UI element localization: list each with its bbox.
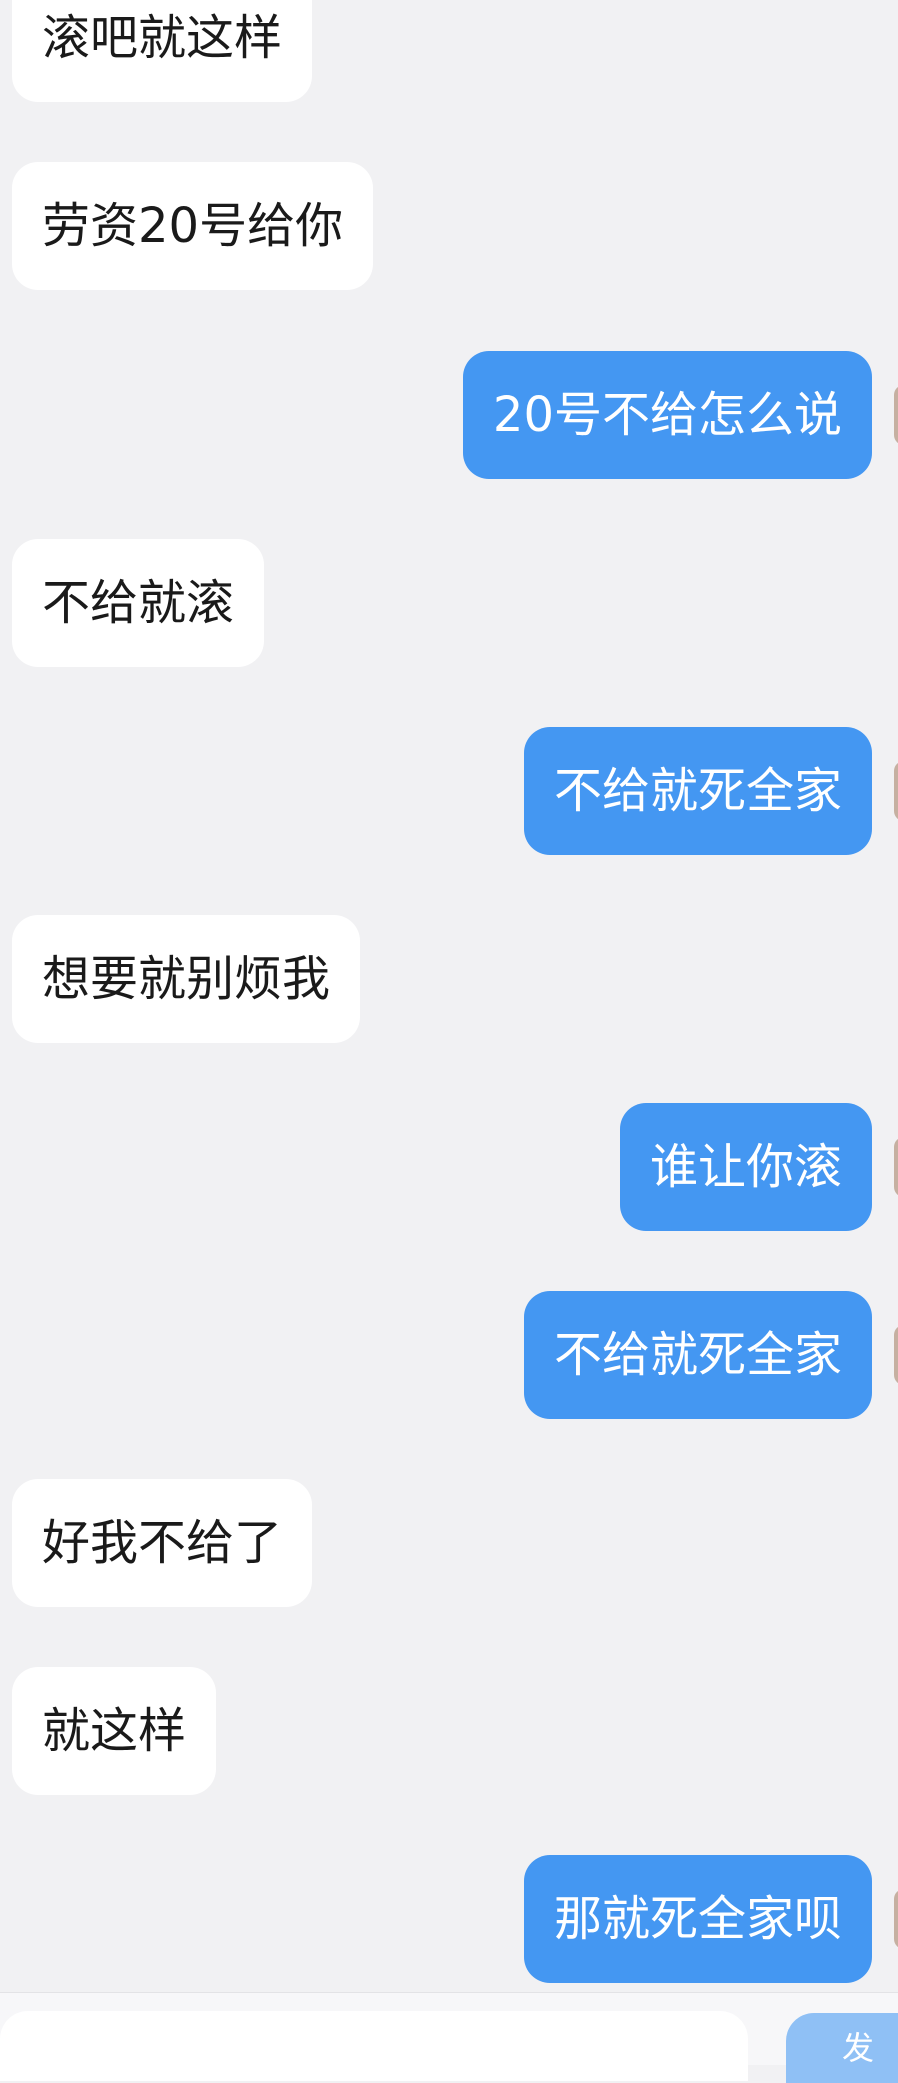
message-incoming: 劳资20号给你 <box>12 162 374 290</box>
chat-message-list[interactable]: 滚吧就这样 劳资20号给你 20号不给怎么说 不给就滚 不给就死全家 想要就别烦… <box>0 0 898 1992</box>
message-input[interactable] <box>0 2011 748 2081</box>
send-button[interactable]: 发 <box>786 2013 898 2083</box>
message-incoming: 好我不给了 <box>12 1479 313 1607</box>
message-bubble[interactable]: 不给就死全家 <box>523 727 872 855</box>
avatar[interactable] <box>894 1137 898 1197</box>
avatar[interactable] <box>894 1325 898 1385</box>
avatar[interactable] <box>894 761 898 821</box>
message-bubble[interactable]: 劳资20号给你 <box>12 162 374 290</box>
message-outgoing: 那就死全家呗 <box>523 1855 872 1983</box>
message-bubble[interactable]: 想要就别烦我 <box>12 915 361 1043</box>
message-bubble[interactable]: 那就死全家呗 <box>523 1855 872 1983</box>
message-bubble[interactable]: 滚吧就这样 <box>12 0 313 102</box>
message-bubble[interactable]: 20号不给怎么说 <box>462 351 872 479</box>
message-bubble[interactable]: 不给就死全家 <box>523 1291 872 1419</box>
avatar[interactable] <box>894 385 898 445</box>
message-composer: 发 <box>0 1992 898 2083</box>
avatar[interactable] <box>894 1889 898 1949</box>
message-incoming: 滚吧就这样 <box>12 0 313 102</box>
message-incoming: 想要就别烦我 <box>12 915 361 1043</box>
message-bubble[interactable]: 好我不给了 <box>12 1479 313 1607</box>
message-incoming: 不给就滚 <box>12 539 265 667</box>
message-bubble[interactable]: 就这样 <box>12 1667 217 1795</box>
message-bubble[interactable]: 不给就滚 <box>12 539 265 667</box>
message-bubble[interactable]: 谁让你滚 <box>619 1103 872 1231</box>
message-outgoing: 20号不给怎么说 <box>462 351 872 479</box>
message-outgoing: 谁让你滚 <box>619 1103 872 1231</box>
message-outgoing: 不给就死全家 <box>523 1291 872 1419</box>
message-incoming: 就这样 <box>12 1667 217 1795</box>
message-outgoing: 不给就死全家 <box>523 727 872 855</box>
